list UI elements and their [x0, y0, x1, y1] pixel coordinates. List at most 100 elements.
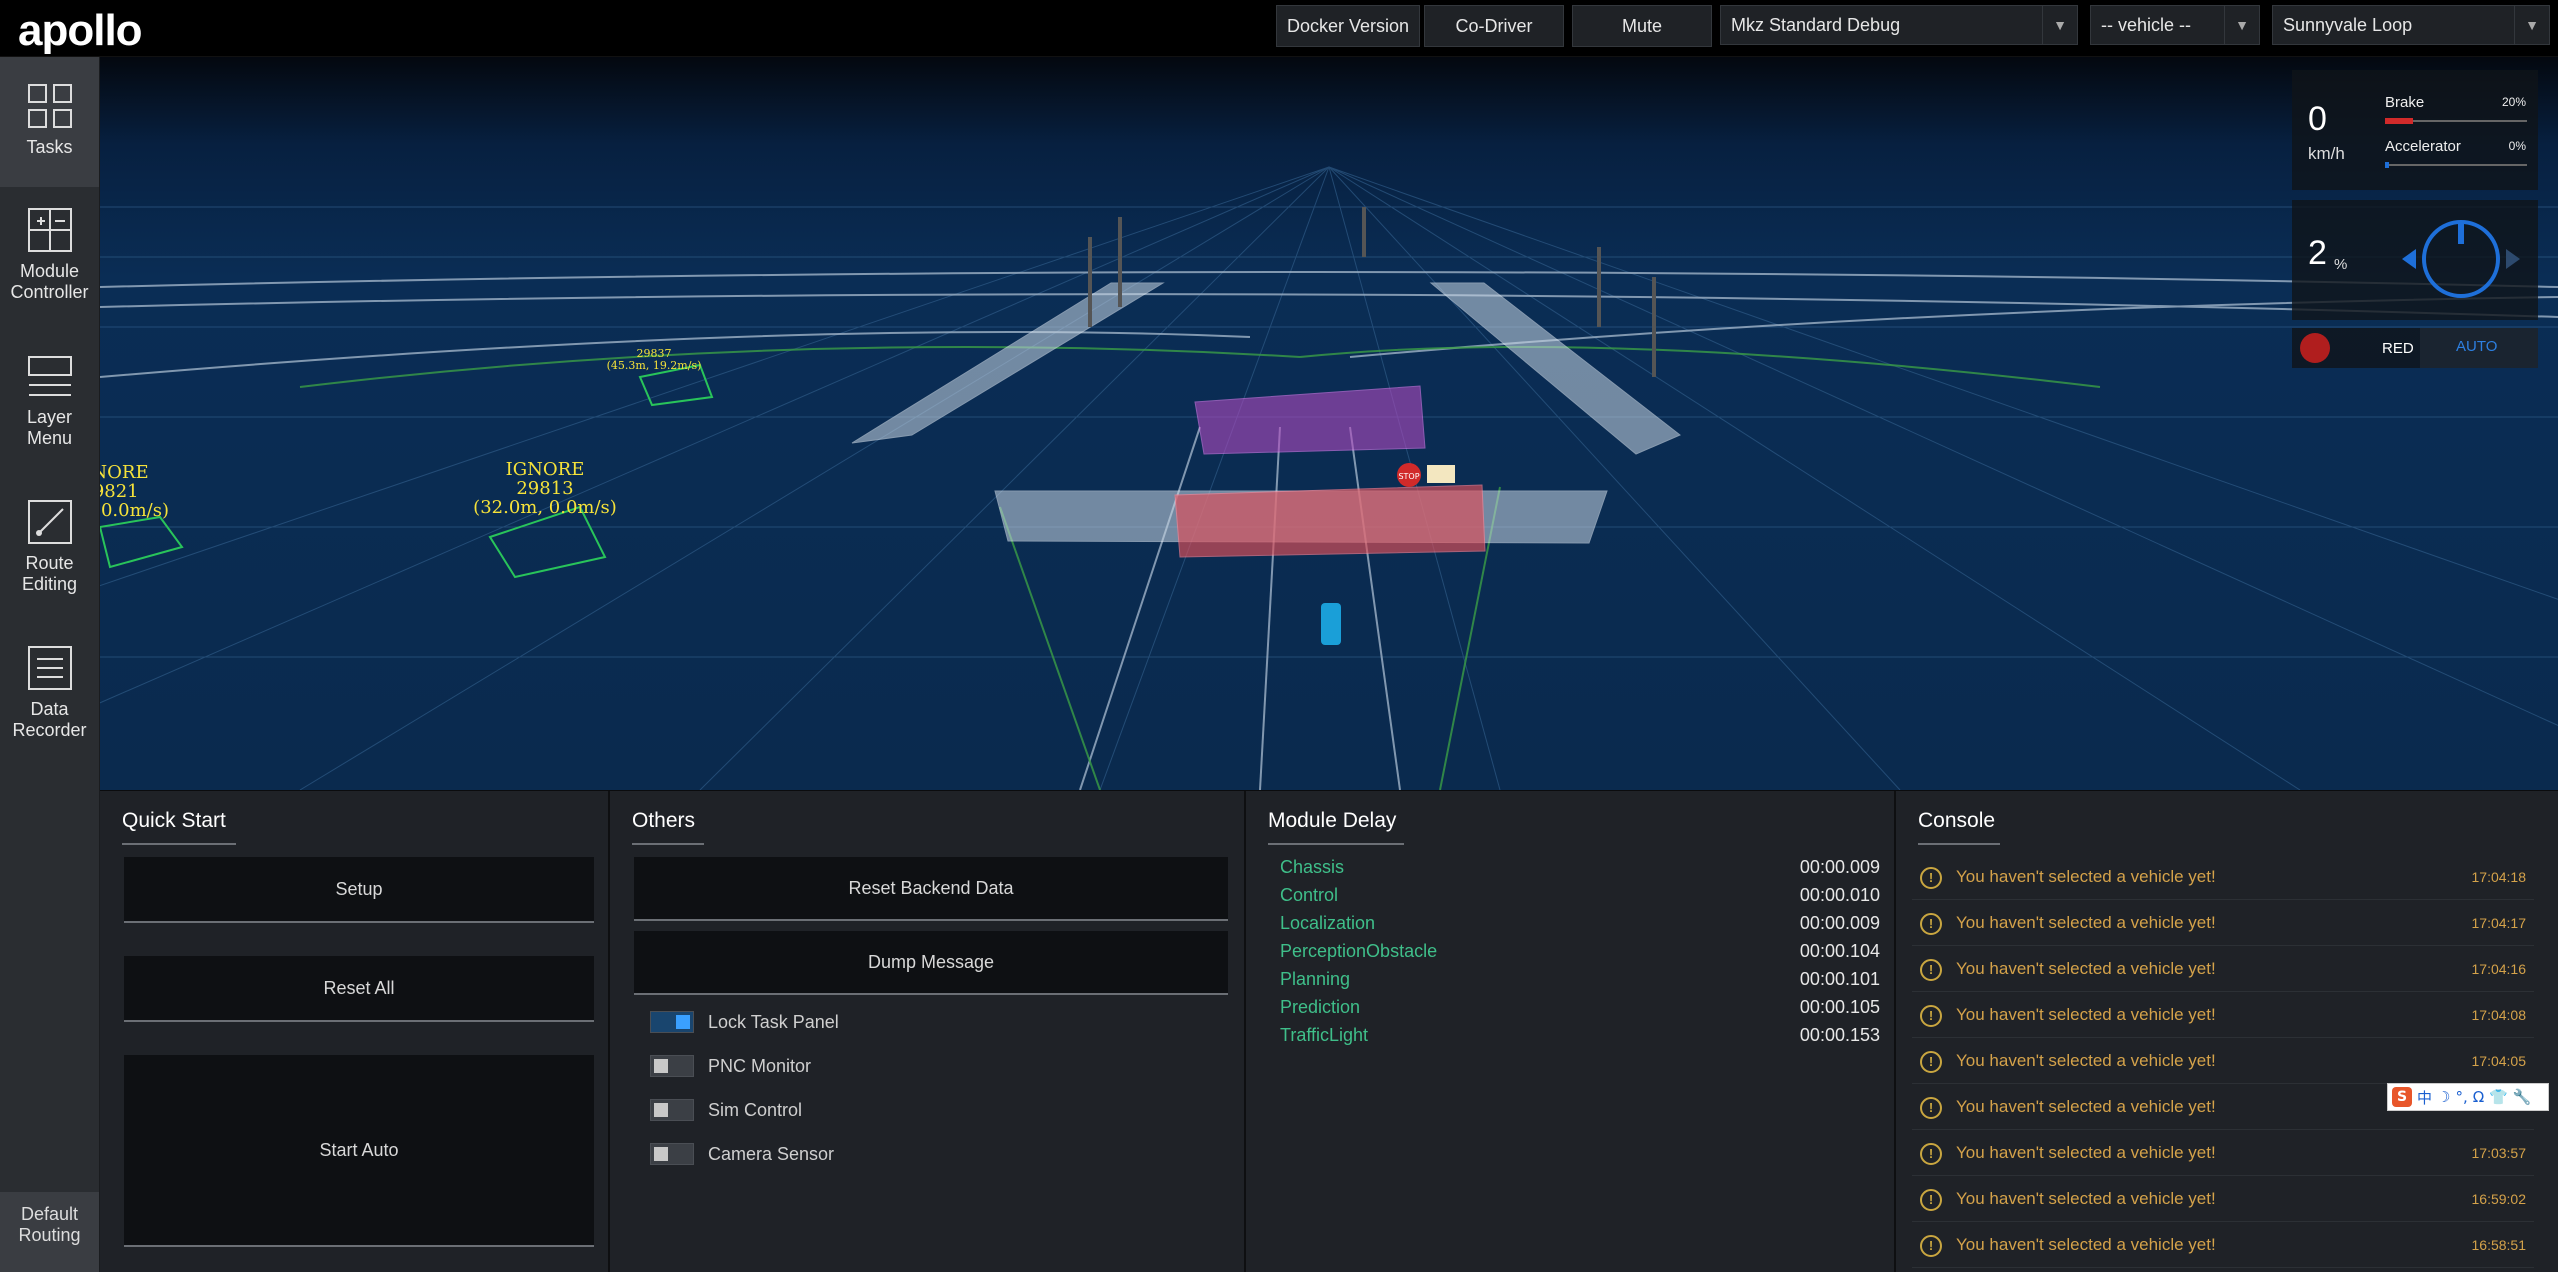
console-message: You haven't selected a vehicle yet! [1956, 1189, 2216, 1208]
obstacle-label-line3: 0.0m/s) [101, 500, 169, 521]
nav-layer-menu[interactable]: Layer Menu [0, 353, 99, 449]
module-name: Prediction [1280, 997, 1361, 1017]
delay-row: Chassis 00:00.009 [1280, 857, 1880, 885]
signal-light-icon [2300, 333, 2330, 363]
quick-start-panel: Quick Start Setup Reset All Start Auto [100, 791, 610, 1272]
ime-moon-icon[interactable]: ☽ [2437, 1088, 2450, 1106]
steering-value: 2 [2308, 234, 2327, 272]
toggle-switch[interactable] [650, 1143, 694, 1165]
module-delay-value: 00:00.009 [1799, 913, 1880, 933]
co-driver-button[interactable]: Co-Driver [1424, 5, 1564, 47]
console-row: ! You haven't selected a vehicle yet! 16:5… [1912, 1177, 2534, 1222]
nav-label: Routing [18, 1225, 81, 1245]
speed-unit: km/h [2308, 144, 2345, 163]
chevron-down-icon: ▼ [2514, 6, 2549, 44]
ime-omega-icon[interactable]: Ω [2473, 1088, 2484, 1106]
mode-select[interactable]: Mkz Standard Debug ▼ [1720, 5, 2078, 45]
warning-icon: ! [1920, 1051, 1942, 1073]
start-auto-button[interactable]: Start Auto [124, 1055, 594, 1247]
top-bar: apollo Docker Version Co-Driver Mute Mkz… [0, 0, 2558, 57]
scene-view[interactable]: STOP IGNORE 29813 (32.0m, 0.0m/s) NORE 2… [100, 57, 2558, 790]
vehicle-select[interactable]: -- vehicle -- ▼ [2090, 5, 2260, 45]
module-name: PerceptionObstacle [1280, 941, 1438, 961]
module-name: Chassis [1280, 857, 1345, 877]
tasks-icon [27, 84, 72, 128]
warning-icon: ! [1920, 913, 1942, 935]
ime-toolbar[interactable]: S 中 ☽ °, Ω 👕 🔧 [2387, 1083, 2549, 1111]
steering-unit: % [2334, 256, 2348, 273]
nav-tasks[interactable]: Tasks [0, 57, 99, 187]
setup-button[interactable]: Setup [124, 857, 594, 923]
ime-logo-icon[interactable]: S [2392, 1087, 2412, 1107]
warning-icon: ! [1920, 1005, 1942, 1027]
brake-bar [2385, 118, 2527, 124]
console-time: 16:59:02 [2471, 1191, 2527, 1207]
module-delay-value: 00:00.104 [1799, 941, 1880, 961]
ime-skin-icon[interactable]: 👕 [2489, 1088, 2508, 1106]
toggle-camera-sensor[interactable]: Camera Sensor [650, 1139, 834, 1169]
toggle-pnc-monitor[interactable]: PNC Monitor [650, 1051, 811, 1081]
nav-module-controller[interactable]: Module Controller [0, 207, 99, 303]
recorder-icon [27, 646, 72, 690]
console-message: You haven't selected a vehicle yet! [1956, 867, 2216, 886]
accelerator-bar-fill [2385, 162, 2390, 168]
dump-message-button[interactable]: Dump Message [634, 931, 1228, 995]
reset-backend-data-button[interactable]: Reset Backend Data [634, 857, 1228, 921]
brake-bar-fill [2385, 118, 2414, 124]
module-delay-value: 00:00.153 [1799, 1025, 1880, 1045]
console-time: 17:04:08 [2471, 1007, 2527, 1023]
driving-mode: AUTO [2456, 338, 2498, 355]
reset-all-button[interactable]: Reset All [124, 956, 594, 1022]
console-row: ! You haven't selected a vehicle yet! 17:0… [1912, 947, 2534, 992]
status-panel: RED AUTO [2292, 328, 2538, 368]
module-delay-value: 00:00.009 [1799, 857, 1880, 877]
toggle-label: Sim Control [708, 1099, 803, 1120]
nav-label: Editing [21, 574, 78, 594]
apollo-logo: apollo [18, 6, 143, 55]
nav-label: Route [25, 553, 74, 573]
map-select-value: Sunnyvale Loop [2283, 14, 2413, 35]
delay-row: TrafficLight 00:00.153 [1280, 1025, 1880, 1053]
toggle-switch[interactable] [650, 1099, 694, 1121]
obstacle-label-line1: IGNORE [506, 459, 585, 480]
console-time: 17:04:05 [2471, 1053, 2527, 1069]
ime-wrench-icon[interactable]: 🔧 [2513, 1088, 2532, 1106]
panel-title: Module Delay [1268, 809, 1397, 832]
toggle-switch[interactable] [650, 1055, 694, 1077]
nav-label: Data [30, 699, 69, 719]
nav-label: Tasks [26, 137, 73, 157]
obstacle-label-line2: (45.3m, 19.2m/s) [607, 359, 702, 372]
delay-row: PerceptionObstacle 00:00.104 [1280, 941, 1880, 969]
toggle-label: PNC Monitor [708, 1055, 812, 1076]
steering-panel: 2 % [2292, 200, 2538, 320]
mode-select-value: Mkz Standard Debug [1731, 14, 1901, 35]
console-row: ! You haven't selected a vehicle yet! 17:0… [1912, 901, 2534, 946]
warning-icon: ! [1920, 1235, 1942, 1257]
nav-label: Recorder [12, 720, 87, 740]
route-icon [27, 500, 72, 544]
traffic-light-icon [1427, 465, 1455, 483]
map-select[interactable]: Sunnyvale Loop ▼ [2272, 5, 2550, 45]
nav-data-recorder[interactable]: Data Recorder [0, 645, 99, 741]
warning-icon: ! [1920, 1097, 1942, 1119]
docker-version-button[interactable]: Docker Version [1276, 5, 1420, 47]
toggle-switch[interactable] [650, 1011, 694, 1033]
console-message: You haven't selected a vehicle yet! [1956, 1143, 2216, 1162]
toggle-lock-task-panel[interactable]: Lock Task Panel [650, 1007, 839, 1037]
console-time: 17:03:57 [2471, 1145, 2527, 1161]
stop-sign-text: STOP [1398, 472, 1419, 481]
ime-chinese-icon[interactable]: 中 [2417, 1087, 2432, 1108]
nav-route-editing[interactable]: Route Editing [0, 499, 99, 595]
layers-icon [27, 356, 72, 396]
console-message: You haven't selected a vehicle yet! [1956, 1097, 2216, 1116]
ime-punctuation-icon[interactable]: °, [2455, 1088, 2467, 1106]
obstacle-label-line2: 29813 [516, 478, 573, 499]
console-panel[interactable]: Console ! You haven't selected a vehicle … [1896, 791, 2558, 1272]
scene-canvas[interactable]: STOP IGNORE 29813 (32.0m, 0.0m/s) NORE 2… [100, 57, 2558, 790]
others-panel: Others Reset Backend Data Dump Message L… [610, 791, 1246, 1272]
nav-label: Controller [10, 282, 89, 302]
mute-button[interactable]: Mute [1572, 5, 1712, 47]
default-routing-button[interactable]: Default Routing [0, 1192, 99, 1272]
toggle-sim-control[interactable]: Sim Control [650, 1095, 802, 1125]
signal-status: RED [2382, 340, 2414, 357]
